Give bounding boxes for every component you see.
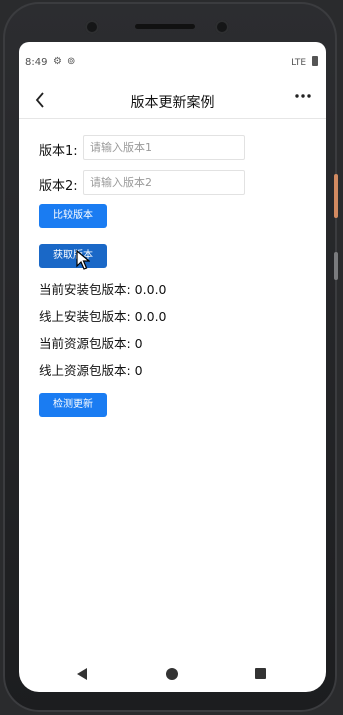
network-label: LTE — [291, 58, 307, 68]
battery-icon — [312, 56, 318, 66]
status-right: LTE — [291, 56, 318, 68]
mouse-cursor-icon — [76, 249, 91, 274]
version1-input[interactable]: 请输入版本1 — [83, 135, 245, 160]
camera-lens-icon — [85, 20, 99, 34]
version2-input[interactable]: 请输入版本2 — [83, 170, 245, 195]
current-resource-version: 当前资源包版本: 0 — [39, 336, 143, 351]
system-navigation-bar — [19, 658, 326, 692]
system-recents-icon[interactable] — [255, 668, 266, 679]
sensor-icon — [215, 20, 229, 34]
current-install-version: 当前安装包版本: 0.0.0 — [39, 282, 167, 297]
page-title: 版本更新案例 — [130, 95, 215, 111]
compare-version-button[interactable]: 比较版本 — [39, 204, 107, 228]
power-button — [334, 174, 338, 218]
status-bar: 8:49 ⚙ ⊚ LTE — [19, 42, 326, 74]
volume-button — [334, 252, 338, 280]
version2-label: 版本2: — [39, 179, 78, 194]
system-back-icon[interactable] — [77, 668, 87, 680]
app-screen: 8:49 ⚙ ⊚ LTE 版本更新案例 版本1: 请输入版本1 版本2: 请输入… — [19, 42, 326, 692]
status-time: 8:49 — [25, 57, 48, 68]
speaker-grille — [135, 24, 195, 29]
sync-icon: ⊚ — [67, 56, 76, 67]
version2-placeholder: 请输入版本2 — [90, 176, 152, 189]
gear-icon: ⚙ — [53, 56, 62, 67]
version1-placeholder: 请输入版本1 — [90, 141, 152, 154]
phone-frame: 8:49 ⚙ ⊚ LTE 版本更新案例 版本1: 请输入版本1 版本2: 请输入… — [3, 2, 338, 712]
more-options-icon[interactable] — [294, 87, 312, 110]
version1-label: 版本1: — [39, 144, 78, 159]
fetch-version-button[interactable]: 获取版本 — [39, 244, 107, 268]
online-resource-version: 线上资源包版本: 0 — [39, 363, 143, 378]
system-home-icon[interactable] — [166, 668, 178, 680]
camera-bar — [65, 12, 275, 36]
check-update-button[interactable]: 检测更新 — [39, 393, 107, 417]
navigation-bar: 版本更新案例 — [19, 82, 326, 119]
online-install-version: 线上安装包版本: 0.0.0 — [39, 309, 167, 324]
